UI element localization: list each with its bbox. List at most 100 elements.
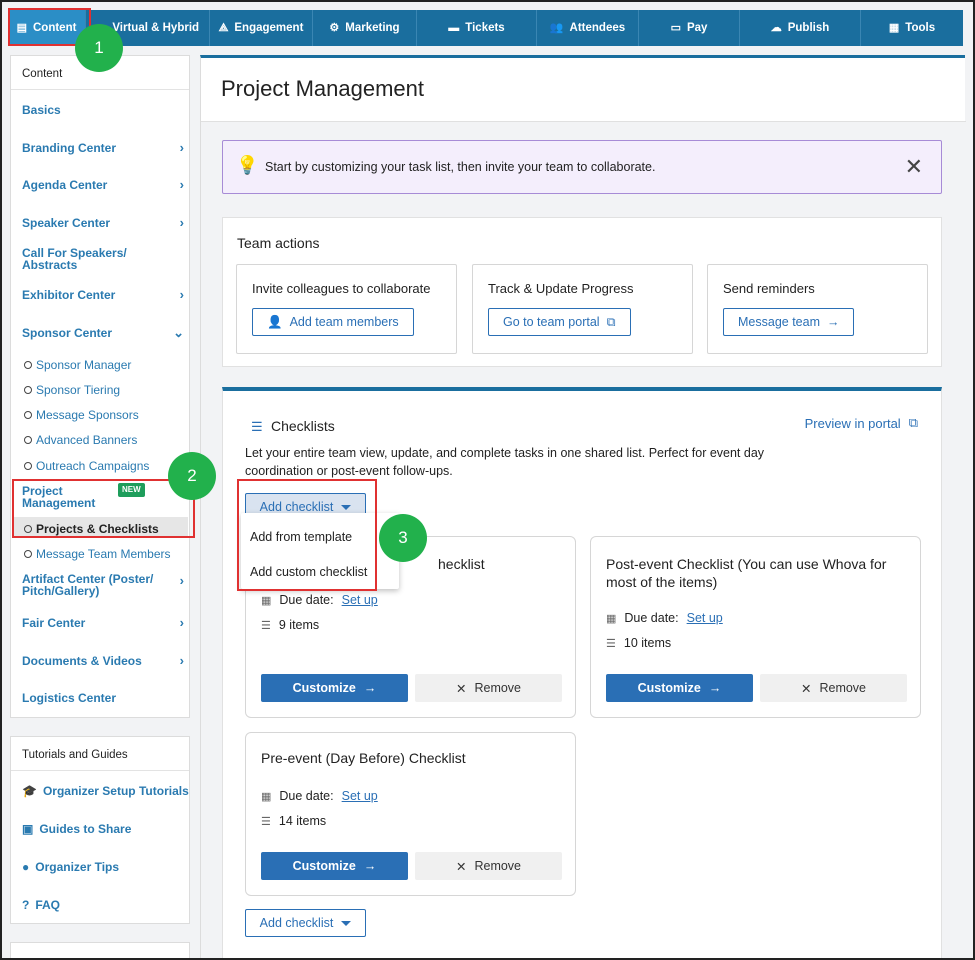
sidebar-item-sponsor-center[interactable]: Sponsor Center ⌄ <box>22 326 188 339</box>
sidebar-item-call-for-speakers[interactable]: Call For Speakers/ Abstracts <box>22 247 132 271</box>
circle-icon <box>24 436 32 444</box>
tab-marketing[interactable]: ⚙ Marketing <box>313 10 417 46</box>
sidebar-item-speaker-center[interactable]: Speaker Center › <box>22 215 188 230</box>
add-checklist-bottom-button[interactable]: Add checklist <box>245 909 366 937</box>
sidebar-item-faq[interactable]: ? FAQ <box>22 898 60 912</box>
sidebar-sub-message-sponsors[interactable]: Message Sponsors <box>24 409 139 421</box>
checklists-card: ☰ Checklists Preview in portal ⧉ Let your… <box>222 387 942 958</box>
chevron-right-icon: › <box>179 573 184 588</box>
tab-publish[interactable]: ☁ Publish <box>740 10 861 46</box>
graduation-cap-icon: 🎓 <box>22 784 37 798</box>
due-date: ▦ Due date: Set up <box>261 593 378 607</box>
chevron-right-icon: › <box>179 287 184 302</box>
arrow-right-icon: → <box>708 681 722 695</box>
team-action-title: Send reminders <box>723 281 815 296</box>
sidebar-item-basics[interactable]: Basics <box>22 104 188 116</box>
close-icon: ✕ <box>455 681 467 696</box>
list-icon: ☰ <box>261 619 271 632</box>
sidebar-item-artifact-center[interactable]: Artifact Center (Poster/ Pitch/Gallery) › <box>22 573 188 597</box>
add-team-members-button[interactable]: 👤 Add team members <box>252 308 414 336</box>
checklist-name: Post-event Checklist (You can use Whova … <box>606 556 887 590</box>
credit-card-icon: ▭ <box>670 21 681 34</box>
sidebar-section-partial <box>10 942 190 958</box>
set-up-due-date-link[interactable]: Set up <box>687 611 723 625</box>
network-icon: ⟁ <box>218 21 229 34</box>
tab-tickets[interactable]: ▬ Tickets <box>417 10 537 46</box>
circle-icon <box>24 361 32 369</box>
remove-button[interactable]: ✕ Remove <box>415 674 562 702</box>
list-icon: ☰ <box>251 419 263 434</box>
team-actions-card: Team actions Invite colleagues to collab… <box>222 217 942 367</box>
tutorials-header: Tutorials and Guides <box>11 737 189 771</box>
set-up-due-date-link[interactable]: Set up <box>342 593 378 607</box>
sidebar-sub-message-team-members[interactable]: Message Team Members <box>24 548 171 560</box>
tutorials-sidebar: Tutorials and Guides 🎓 Organizer Setup Tu… <box>10 736 190 924</box>
customize-button[interactable]: Customize → <box>261 852 408 880</box>
customize-button[interactable]: Customize → <box>606 674 753 702</box>
caret-down-icon <box>341 920 352 926</box>
arrow-right-icon: → <box>363 859 377 873</box>
sidebar-item-guides-to-share[interactable]: ▣ Guides to Share <box>22 822 131 836</box>
page-title: Project Management <box>221 76 424 101</box>
external-link-icon: ⧉ <box>606 314 616 329</box>
customize-button[interactable]: Customize → <box>261 674 408 702</box>
toolbox-icon: ▦ <box>888 21 900 34</box>
team-action-track: Track & Update Progress Go to team porta… <box>472 264 693 354</box>
sidebar-sub-sponsor-tiering[interactable]: Sponsor Tiering <box>24 384 120 396</box>
checklists-title: Checklists <box>271 418 335 434</box>
sidebar-sub-sponsor-manager[interactable]: Sponsor Manager <box>24 359 131 371</box>
remove-button[interactable]: ✕ Remove <box>760 674 907 702</box>
screenshot-frame: ▤Content ▭Virtual & Hybrid ⟁Engagement ⚙… <box>0 0 975 960</box>
tab-tools[interactable]: ▦ Tools <box>861 10 963 46</box>
tab-engagement[interactable]: ⟁ Engagement <box>210 10 313 46</box>
calendar-icon: ▦ <box>261 594 272 607</box>
calendar-icon: ▦ <box>261 790 272 803</box>
circle-icon <box>24 411 32 419</box>
external-link-icon: ⧉ <box>908 415 918 430</box>
close-icon: ✕ <box>800 681 812 696</box>
arrow-right-icon: → <box>363 681 377 695</box>
go-to-team-portal-button[interactable]: Go to team portal ⧉ <box>488 308 631 336</box>
team-action-title: Invite colleagues to collaborate <box>252 281 431 296</box>
arrow-right-icon: → <box>826 315 840 329</box>
lightbulb-icon: ● <box>22 860 30 874</box>
remove-button[interactable]: ✕ Remove <box>415 852 562 880</box>
calendar-icon: ▦ <box>606 612 617 625</box>
annotation-number: 1 <box>75 24 123 72</box>
ticket-icon: ▬ <box>448 21 460 34</box>
sidebar-sub-outreach-campaigns[interactable]: Outreach Campaigns <box>24 460 149 472</box>
sidebar-item-fair-center[interactable]: Fair Center › <box>22 615 188 630</box>
tab-pay[interactable]: ▭ Pay <box>639 10 740 46</box>
info-banner: 💡 Start by customizing your task list, t… <box>222 140 942 194</box>
sidebar-item-agenda-center[interactable]: Agenda Center › <box>22 177 188 192</box>
content-sidebar: Content Basics Branding Center › Agenda C… <box>10 55 190 718</box>
preview-in-portal-link[interactable]: Preview in portal ⧉ <box>805 415 918 431</box>
cloud-upload-icon: ☁ <box>770 21 782 34</box>
item-count: ☰ 9 items <box>261 618 320 632</box>
question-icon: ? <box>22 898 30 912</box>
banner-text: Start by customizing your task list, the… <box>265 160 656 174</box>
set-up-due-date-link[interactable]: Set up <box>342 789 378 803</box>
sidebar-item-logistics-center[interactable]: Logistics Center <box>22 692 188 704</box>
list-icon: ☰ <box>261 815 271 828</box>
team-action-title: Track & Update Progress <box>488 281 634 296</box>
sidebar-item-organizer-tips[interactable]: ● Organizer Tips <box>22 860 119 874</box>
list-icon: ☰ <box>606 637 616 650</box>
chevron-right-icon: › <box>179 615 184 630</box>
top-nav: ▤Content ▭Virtual & Hybrid ⟁Engagement ⚙… <box>8 10 963 46</box>
checklists-description: Let your entire team view, update, and c… <box>245 446 765 478</box>
sidebar-sub-advanced-banners[interactable]: Advanced Banners <box>24 434 137 446</box>
close-icon[interactable]: ✕ <box>905 154 923 180</box>
sidebar-item-exhibitor-center[interactable]: Exhibitor Center › <box>22 287 188 302</box>
circle-icon <box>24 386 32 394</box>
sidebar-item-organizer-setup-tutorials[interactable]: 🎓 Organizer Setup Tutorials <box>22 784 189 798</box>
sidebar-item-documents-videos[interactable]: Documents & Videos › <box>22 654 188 667</box>
chevron-right-icon: › <box>179 215 184 230</box>
message-team-button[interactable]: Message team → <box>723 308 855 336</box>
chevron-right-icon: › <box>179 177 184 192</box>
tab-attendees[interactable]: 👥 Attendees <box>537 10 639 46</box>
due-date: ▦ Due date: Set up <box>606 611 723 625</box>
annotation-box-project-management <box>12 479 195 538</box>
sidebar-item-branding-center[interactable]: Branding Center › <box>22 141 188 154</box>
circle-icon <box>24 550 32 558</box>
